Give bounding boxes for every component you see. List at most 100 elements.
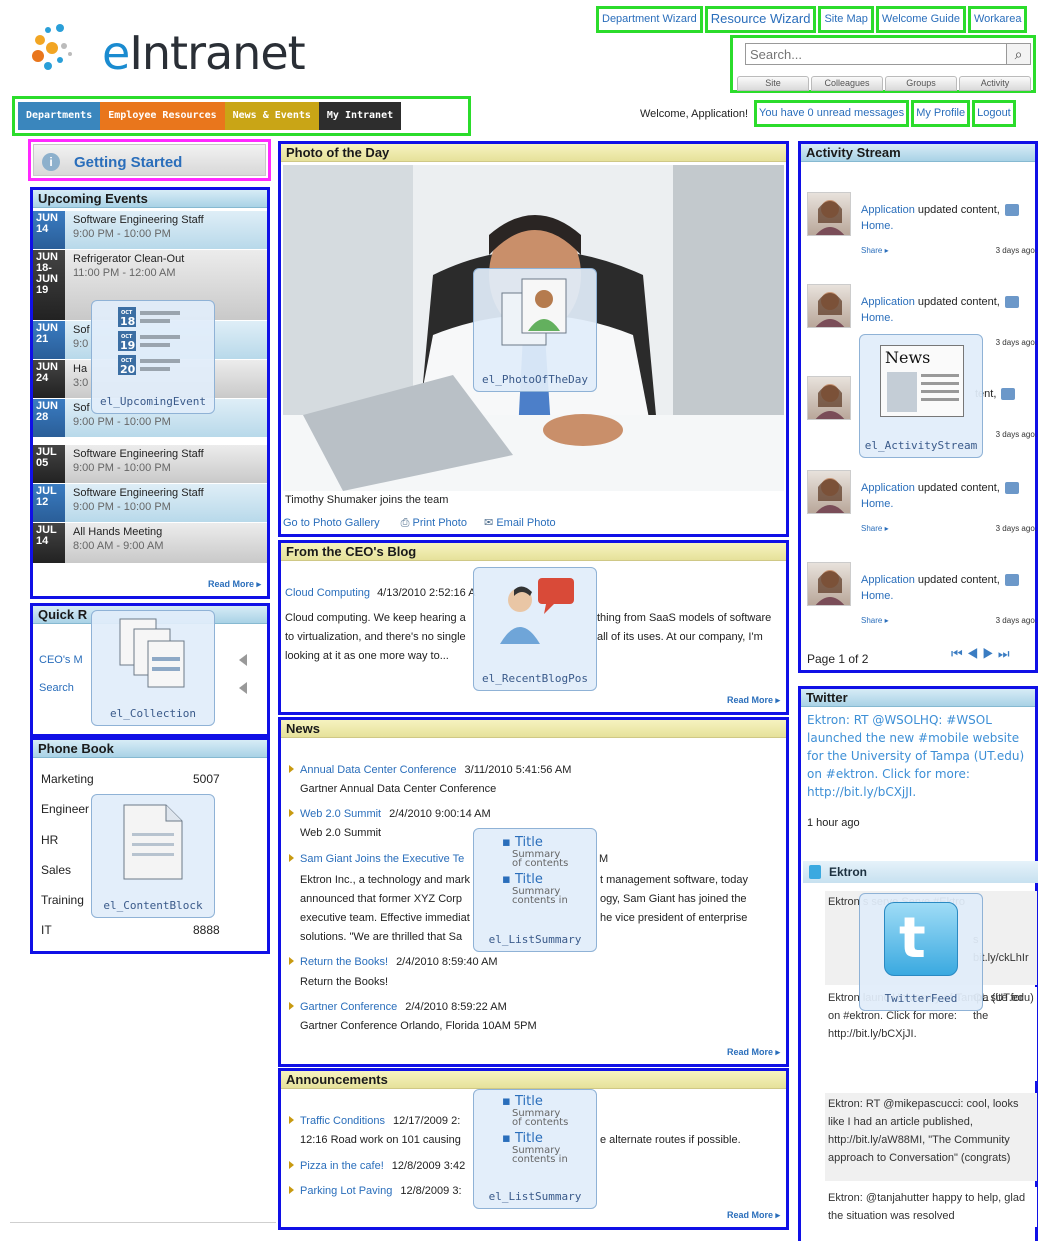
event-title: Refrigerator Clean-Out: [73, 253, 185, 265]
activity-user-link[interactable]: Application: [861, 296, 915, 308]
avatar[interactable]: [807, 470, 851, 514]
activity-item: Application updated content, Home. Share…: [807, 192, 1037, 272]
site-map-link[interactable]: Site Map: [818, 6, 874, 33]
nav-employee-resources[interactable]: Employee Resources: [100, 102, 225, 130]
photo-gallery-link[interactable]: Go to Photo Gallery: [283, 517, 380, 529]
news-item-link[interactable]: Gartner Conference: [300, 1001, 397, 1013]
welcome-guide-link[interactable]: Welcome Guide: [875, 6, 966, 33]
avatar[interactable]: [807, 284, 851, 328]
read-more-link[interactable]: Read More ▸: [727, 1210, 780, 1221]
news-item-link[interactable]: Sam Giant Joins the Executive Te: [300, 853, 464, 865]
tweet-text[interactable]: Ektron: RT @WSOLHQ: #WSOL launched the n…: [807, 711, 1033, 801]
event-date: JUN 18- JUN 19: [33, 250, 65, 320]
share-link[interactable]: Share ▸: [861, 524, 889, 533]
twitter-logo-icon: t: [884, 902, 958, 976]
logout-link[interactable]: Logout: [972, 100, 1016, 127]
announcement-link[interactable]: Pizza in the cafe!: [300, 1160, 384, 1172]
resource-wizard-link[interactable]: Resource Wizard: [704, 6, 817, 33]
workarea-link[interactable]: Workarea: [967, 6, 1028, 33]
widget-title: Photo of the Day: [281, 144, 786, 162]
announcement-item: Traffic Conditions 12/17/2009 2:: [289, 1115, 460, 1127]
getting-started-widget[interactable]: i Getting Started: [28, 139, 271, 181]
search-box: ⌕ Site Colleagues Groups Activity: [730, 35, 1036, 93]
quick-link[interactable]: CEO's M: [39, 654, 83, 666]
news-item: Web 2.0 Summit 2/4/2010 9:00:14 AM: [289, 808, 491, 820]
printer-icon[interactable]: ⎙: [401, 517, 410, 529]
brand-name: Intranet: [129, 26, 305, 80]
blog-post-date: 4/13/2010 2:52:16 A: [377, 587, 476, 599]
search-input[interactable]: [745, 43, 1007, 65]
news-item-link[interactable]: Return the Books!: [300, 956, 388, 968]
pager-controls: ⏮◀▶⏭: [951, 646, 1014, 662]
read-more-link[interactable]: Read More ▸: [727, 1047, 780, 1058]
pager-label: Page 1 of 2: [807, 652, 869, 666]
read-more-link[interactable]: Read More ▸: [727, 695, 780, 706]
chevron-left-icon[interactable]: [239, 682, 247, 694]
el-content-block-placeholder: el_ContentBlock: [91, 794, 215, 918]
event-date: JUL 12: [33, 484, 65, 522]
announcement-link[interactable]: Traffic Conditions: [300, 1115, 385, 1127]
search-tab-colleagues[interactable]: Colleagues: [811, 76, 883, 91]
email-icon[interactable]: ✉: [484, 517, 493, 529]
search-tab-site[interactable]: Site: [737, 76, 809, 91]
photo-frame-icon: [501, 278, 567, 346]
widget-title: Activity Stream: [801, 144, 1035, 162]
prev-page-icon[interactable]: ◀: [967, 646, 983, 661]
event-item[interactable]: JUL 05 Software Engineering Staff 9:00 PM …: [33, 445, 267, 483]
getting-started-label: Getting Started: [74, 154, 183, 171]
avatar[interactable]: [807, 376, 851, 420]
event-item[interactable]: JUN 14 Software Engineering Staff 9:00 PM …: [33, 211, 267, 249]
widget-title: Twitter: [801, 689, 1035, 707]
chevron-left-icon[interactable]: [239, 654, 247, 666]
activity-target-link[interactable]: Home.: [861, 590, 893, 602]
overlay-caption: el_ContentBlock: [103, 899, 203, 912]
activity-user-link[interactable]: Application: [861, 574, 915, 586]
activity-target-link[interactable]: Home.: [861, 220, 893, 232]
search-tab-groups[interactable]: Groups: [885, 76, 957, 91]
nav-news-events[interactable]: News & Events: [224, 102, 319, 130]
event-item[interactable]: JUL 12 Software Engineering Staff 9:00 PM …: [33, 484, 267, 522]
activity-target-link[interactable]: Home.: [861, 312, 893, 324]
activity-target-link[interactable]: Home.: [861, 498, 893, 510]
last-page-icon[interactable]: ⏭: [998, 646, 1014, 661]
quick-link[interactable]: Search: [39, 682, 74, 694]
person-speech-icon: [500, 578, 574, 644]
feed-tweet[interactable]: Ektron: RT @mikepascucci: cool, looks li…: [825, 1093, 1037, 1181]
activity-time: 3 days ago.: [995, 246, 1037, 255]
activity-user-link[interactable]: Application: [861, 482, 915, 494]
my-profile-link[interactable]: My Profile: [911, 100, 971, 127]
search-button[interactable]: ⌕: [1007, 43, 1031, 65]
nav-my-intranet[interactable]: My Intranet: [318, 102, 402, 130]
news-item-link[interactable]: Web 2.0 Summit: [300, 808, 381, 820]
feed-tweet[interactable]: Ektron: @tanjahutter happy to help, glad…: [825, 1187, 1037, 1227]
department-wizard-link[interactable]: Department Wizard: [596, 6, 703, 33]
announcements-widget: Announcements Traffic Conditions 12/17/20…: [278, 1068, 789, 1230]
event-item[interactable]: JUL 14 All Hands Meeting 8:00 AM - 9:00 AM: [33, 523, 267, 563]
widget-title: Announcements: [281, 1071, 786, 1089]
search-tab-activity[interactable]: Activity: [959, 76, 1031, 91]
bullet-icon: [289, 1002, 294, 1010]
news-item-link[interactable]: Annual Data Center Conference: [300, 764, 457, 776]
blog-post-link[interactable]: Cloud Computing: [285, 587, 370, 599]
email-photo-link[interactable]: Email Photo: [496, 517, 555, 529]
announcement-link[interactable]: Parking Lot Paving: [300, 1185, 392, 1197]
activity-user-link[interactable]: Application: [861, 204, 915, 216]
first-page-icon[interactable]: ⏮: [951, 646, 967, 661]
logo[interactable]: eIntranet: [30, 22, 350, 82]
next-page-icon[interactable]: ▶: [982, 646, 998, 661]
avatar[interactable]: [807, 192, 851, 236]
el-activity-stream-placeholder: News el_ActivityStream: [859, 334, 983, 458]
avatar[interactable]: [807, 562, 851, 606]
content-icon: [1004, 482, 1019, 495]
unread-messages-link[interactable]: You have 0 unread messages: [754, 100, 910, 127]
activity-stream-widget: Activity Stream Application updated cont…: [798, 141, 1038, 673]
share-link[interactable]: Share ▸: [861, 616, 889, 625]
print-photo-link[interactable]: Print Photo: [413, 517, 467, 529]
phone-row: IT 8888: [41, 923, 220, 937]
share-link[interactable]: Share ▸: [861, 246, 889, 255]
event-time: 9:00 PM - 10:00 PM: [73, 416, 171, 428]
nav-departments[interactable]: Departments: [18, 102, 101, 130]
upcoming-events-widget: Upcoming Events JUN 14 Software Engineeri…: [30, 187, 270, 599]
read-more-link[interactable]: Read More ▸: [208, 579, 261, 590]
brand-e: e: [102, 26, 130, 80]
